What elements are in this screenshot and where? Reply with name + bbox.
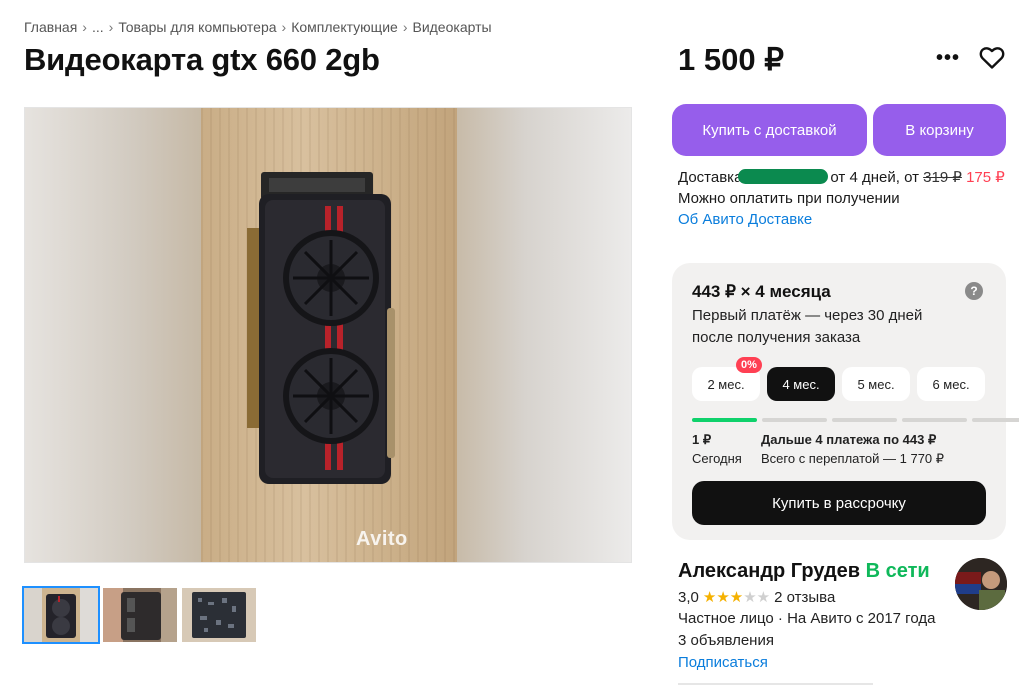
breadcrumb-item-components[interactable]: Комплектующие <box>291 19 398 35</box>
delivery-label: Доставка <box>678 169 743 186</box>
buy-installment-button[interactable]: Купить в рассрочку <box>692 481 986 525</box>
pay-on-receipt-text: Можно оплатить при получении <box>678 190 900 207</box>
breadcrumb-item-computer-goods[interactable]: Товары для компьютера <box>118 19 276 35</box>
rating-value: 3,0 <box>678 588 699 606</box>
thumbnail-1[interactable] <box>22 586 100 644</box>
installment-terms: 2 мес. 4 мес. 5 мес. 6 мес. <box>692 367 985 401</box>
seller-listings-count[interactable]: 3 объявления <box>678 632 774 649</box>
online-status: В сети <box>865 560 930 582</box>
thumbnail-image <box>24 588 98 642</box>
seller-type: Частное лицо · На Авито с 2017 года <box>678 610 936 627</box>
thumbnail-3[interactable] <box>182 588 256 642</box>
seller-rating: 3,0 ★★★★★ 2 отзыва <box>678 588 835 607</box>
installment-description: Первый платёж — через 30 дней после полу… <box>692 307 923 346</box>
delivery-info: Доставка от 4 дней, от 319 ₽ 175 ₽ Можно … <box>678 167 1008 230</box>
photo-thumbnails <box>22 586 256 644</box>
breadcrumb-separator: › <box>281 19 287 35</box>
installment-card: 443 ₽ × 4 месяца ? Первый платёж — через… <box>672 263 1019 540</box>
first-payment-amount: 1 ₽ <box>692 432 712 447</box>
star-empty-icon: ★ <box>743 589 757 606</box>
progress-segment <box>902 418 967 422</box>
first-payment-when: Сегодня <box>692 451 742 466</box>
avito-watermark: Avito <box>356 528 408 550</box>
breadcrumb-separator: › <box>82 19 87 35</box>
delivery-terms: Доставка от 4 дней, от 319 ₽ 175 ₽ <box>678 167 1008 188</box>
breadcrumb-separator: › <box>402 19 408 35</box>
term-5-months[interactable]: 5 мес. <box>842 367 910 401</box>
remaining-payments: Дальше 4 платежа по 443 ₽ Всего с перепл… <box>761 430 944 468</box>
zero-percent-badge: 0% <box>736 357 762 373</box>
total-with-overpayment: Всего с переплатой — 1 770 ₽ <box>761 451 945 466</box>
add-to-cart-button[interactable]: В корзину <box>873 104 1006 156</box>
breadcrumb-separator: › <box>108 19 114 35</box>
progress-segment <box>762 418 827 422</box>
more-options-button[interactable]: ••• <box>932 44 964 72</box>
breadcrumb-item-ellipsis[interactable]: ... <box>92 19 104 35</box>
star-icon: ★ <box>702 589 717 606</box>
breadcrumb-item-home[interactable]: Главная <box>24 19 77 35</box>
avatar[interactable] <box>955 558 1007 610</box>
progress-segment <box>832 418 897 422</box>
term-4-months[interactable]: 4 мес. <box>767 367 835 401</box>
progress-segment <box>972 418 1019 422</box>
installment-title: 443 ₽ × 4 месяца <box>692 282 831 301</box>
more-icon: ••• <box>935 46 960 69</box>
thumbnail-2[interactable] <box>103 588 177 642</box>
about-avito-delivery-link[interactable]: Об Авито Доставке <box>678 209 1008 230</box>
graphics-card-image <box>247 172 395 484</box>
star-rating: ★★★★★ <box>703 588 770 606</box>
delivery-old-price: 319 ₽ <box>923 169 962 186</box>
question-icon[interactable]: ? <box>965 282 983 300</box>
main-product-photo[interactable]: Avito <box>24 107 632 563</box>
progress-segment <box>692 418 757 422</box>
delivery-new-price: 175 ₽ <box>966 169 1005 186</box>
redaction-mark <box>738 169 828 184</box>
listing-price: 1 500 ₽ <box>678 42 784 77</box>
thumbnail-image <box>103 588 177 642</box>
star-icon: ★ <box>716 589 730 606</box>
delivery-days: от 4 дней, от <box>830 169 919 186</box>
seller-name-line: Александр Грудев В сети <box>678 560 930 583</box>
first-payment: 1 ₽ Сегодня <box>692 430 742 468</box>
breadcrumb: Главная ›... › Товары для компьютера › Компле… <box>24 19 492 35</box>
star-empty-icon: ★ <box>756 589 771 606</box>
heart-outline-icon <box>979 47 1005 69</box>
favorite-button[interactable] <box>976 44 1008 72</box>
page-title: Видеокарта gtx 660 2gb <box>24 42 380 77</box>
buy-with-delivery-button[interactable]: Купить с доставкой <box>672 104 867 156</box>
star-icon: ★ <box>729 589 744 606</box>
thumbnail-image <box>182 588 256 642</box>
reviews-link[interactable]: 2 отзыва <box>774 589 835 606</box>
breadcrumb-item-graphics-cards[interactable]: Видеокарты <box>412 19 491 35</box>
remaining-payments-label: Дальше 4 платежа по 443 ₽ <box>761 432 937 447</box>
seller-name[interactable]: Александр Грудев <box>678 560 860 582</box>
subscribe-link[interactable]: Подписаться <box>678 654 768 671</box>
payment-progress <box>692 418 1019 422</box>
term-6-months[interactable]: 6 мес. <box>917 367 985 401</box>
avatar-image <box>955 558 1007 610</box>
